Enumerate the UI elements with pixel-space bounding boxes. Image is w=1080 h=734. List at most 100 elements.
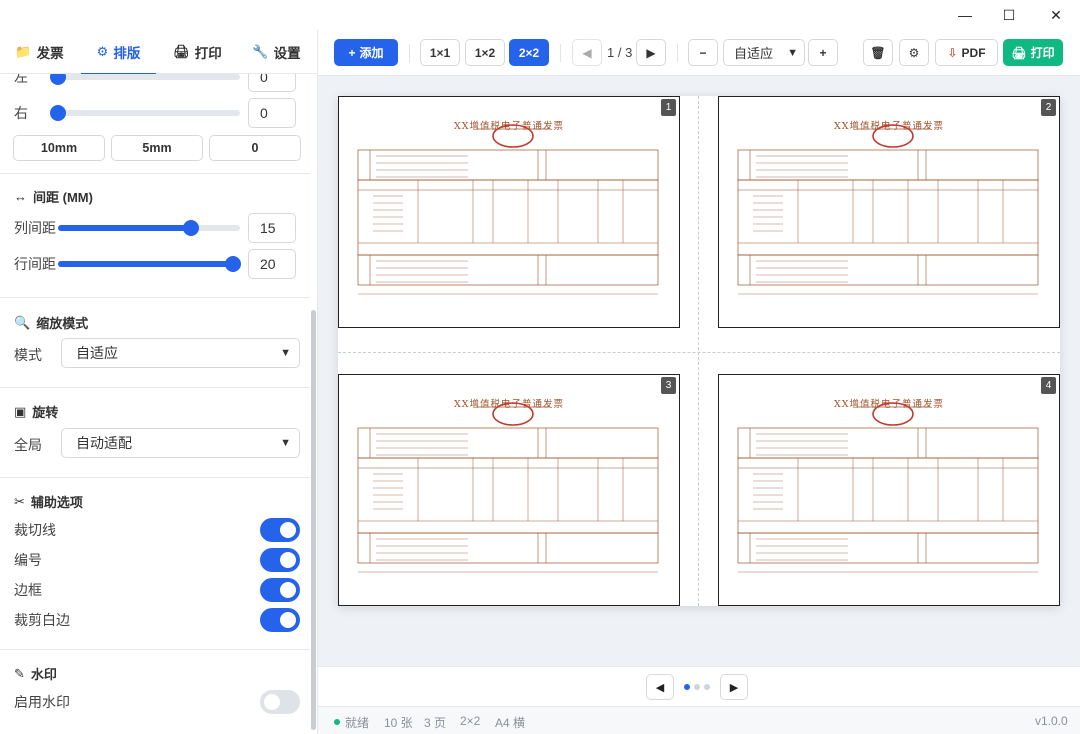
- divider: [0, 387, 310, 388]
- minus-icon: −: [699, 45, 707, 60]
- tab-print[interactable]: 🖨 打印: [158, 30, 237, 74]
- form-box: [357, 179, 659, 256]
- trim-whitespace-label: 裁剪白边: [14, 612, 70, 628]
- invoice-cell[interactable]: XX增值税电子普通发票 3: [338, 374, 680, 606]
- margin-right-input[interactable]: 0: [248, 98, 296, 128]
- row-gap-slider[interactable]: [58, 256, 241, 272]
- invoice-cell[interactable]: XX增值税电子普通发票 4: [718, 374, 1060, 606]
- divider: [0, 297, 310, 298]
- zoom-select[interactable]: 自适应 ▼: [723, 39, 805, 66]
- minimize-button[interactable]: —: [942, 0, 988, 30]
- cut-line-horizontal: [338, 352, 1060, 353]
- tab-label: 设置: [273, 46, 301, 61]
- tab-settings[interactable]: 🔧 设置: [237, 30, 316, 74]
- form-box: [357, 427, 659, 459]
- trim-whitespace-toggle[interactable]: [260, 608, 300, 632]
- close-button[interactable]: ✕: [1033, 0, 1079, 30]
- status-layout: 2×2: [460, 714, 481, 728]
- pager-next-button[interactable]: ▶: [720, 674, 748, 700]
- invoice-number-badge: 1: [661, 99, 676, 116]
- border-toggle[interactable]: [260, 578, 300, 602]
- page-dot[interactable]: [694, 684, 700, 690]
- page-dot[interactable]: [684, 684, 690, 690]
- printer-icon: 🖨: [173, 44, 190, 59]
- stamp-seal: [492, 402, 534, 426]
- sidebar-scroll-area: 左 0 右 0 10mm 5mm 0 ↔ 间距 (MM) 列间距 15 行间距: [0, 74, 310, 734]
- print-button[interactable]: 🖨 打印: [1003, 39, 1063, 66]
- cut-lines-toggle[interactable]: [260, 518, 300, 542]
- layout-2x2-button[interactable]: 2×2: [509, 39, 549, 66]
- gear-icon: ⚙: [908, 45, 920, 60]
- row-gap-row: 行间距 20: [14, 249, 300, 279]
- settings-button[interactable]: ⚙: [899, 39, 929, 66]
- zoom-value: 自适应: [734, 46, 774, 61]
- invoice-cell[interactable]: XX增值税电子普通发票 1: [338, 96, 680, 328]
- rotate-global-select[interactable]: 自动适配 ▼: [61, 428, 300, 458]
- pager-prev-button[interactable]: ◀: [646, 674, 674, 700]
- chevron-down-icon: ▼: [280, 347, 291, 359]
- toggle-row-numbering: 编号: [14, 548, 300, 572]
- tab-invoice[interactable]: 📁 发票: [0, 30, 79, 74]
- next-page-button[interactable]: ▶: [636, 39, 666, 66]
- minimize-icon: —: [958, 7, 972, 23]
- form-box: [737, 532, 1039, 564]
- cut-line-vertical: [698, 96, 699, 606]
- scale-mode-select[interactable]: 自适应 ▼: [61, 338, 300, 368]
- title-bar: — ☐ ✕: [0, 0, 1080, 30]
- column-gap-slider[interactable]: [58, 220, 240, 236]
- preview-canvas: XX增值税电子普通发票 1 XX增值税电子普通发票 2 XX增值税电子普通发票 …: [318, 76, 1080, 666]
- form-box: [357, 254, 659, 286]
- column-gap-input[interactable]: 15: [248, 213, 296, 243]
- watermark-title: 水印: [30, 667, 57, 682]
- invoice-cell[interactable]: XX增值税电子普通发票 2: [718, 96, 1060, 328]
- trash-icon: 🗑: [870, 45, 886, 60]
- margin-right-slider[interactable]: [50, 105, 240, 121]
- close-icon: ✕: [1050, 6, 1062, 23]
- plus-icon: +: [819, 45, 827, 60]
- invoice-drawing: [737, 124, 1039, 295]
- delete-button[interactable]: 🗑: [863, 39, 893, 66]
- margin-left-input[interactable]: 0: [248, 74, 296, 92]
- aux-title: 辅助选项: [30, 495, 83, 510]
- gear-icon: ⚙: [96, 44, 109, 59]
- invoice-drawing: [357, 124, 659, 295]
- numbering-toggle[interactable]: [260, 548, 300, 572]
- form-box: [357, 457, 659, 534]
- sidebar-scrollbar[interactable]: [311, 310, 316, 730]
- row-gap-input[interactable]: 20: [248, 249, 296, 279]
- zoom-in-button[interactable]: +: [808, 39, 838, 66]
- layout-1x2-button[interactable]: 1×2: [465, 39, 505, 66]
- toolbar-separator: [409, 44, 410, 62]
- spacing-title: 间距 (MM): [33, 190, 93, 205]
- wrench-icon: 🔧: [252, 44, 269, 59]
- prev-page-button[interactable]: ◀: [572, 39, 602, 66]
- watermark-toggle[interactable]: [260, 690, 300, 714]
- layout-1x1-button[interactable]: 1×1: [420, 39, 460, 66]
- cut-lines-label: 裁切线: [14, 522, 56, 538]
- scale-mode-value: 自适应: [76, 345, 118, 361]
- chevron-left-icon: ◀: [655, 681, 665, 694]
- status-state: 就绪: [345, 716, 370, 730]
- tab-layout[interactable]: ⚙ 排版: [79, 30, 158, 75]
- form-box: [357, 532, 659, 564]
- scale-mode-label: 模式: [14, 347, 42, 363]
- add-button[interactable]: + 添加: [334, 39, 398, 66]
- pen-icon: ✎: [14, 665, 25, 681]
- scissors-icon: ✂: [14, 493, 25, 509]
- margin-left-slider[interactable]: [50, 74, 240, 85]
- invoice-number-badge: 4: [1041, 377, 1056, 394]
- watermark-section-title: ✎ 水印: [14, 664, 57, 683]
- maximize-button[interactable]: ☐: [986, 0, 1032, 30]
- toolbar-separator: [560, 44, 561, 62]
- form-box: [737, 457, 1039, 534]
- column-gap-label: 列间距: [14, 220, 56, 236]
- toggle-row-trim-whitespace: 裁剪白边: [14, 608, 300, 632]
- preset-0-button[interactable]: 0: [209, 135, 301, 161]
- border-label: 边框: [14, 582, 42, 598]
- page-dot[interactable]: [704, 684, 710, 690]
- zoom-out-button[interactable]: −: [688, 39, 718, 66]
- preset-10mm-button[interactable]: 10mm: [13, 135, 105, 161]
- preset-5mm-button[interactable]: 5mm: [111, 135, 203, 161]
- export-pdf-button[interactable]: ⇩ PDF: [935, 39, 998, 66]
- stamp-seal: [492, 124, 534, 148]
